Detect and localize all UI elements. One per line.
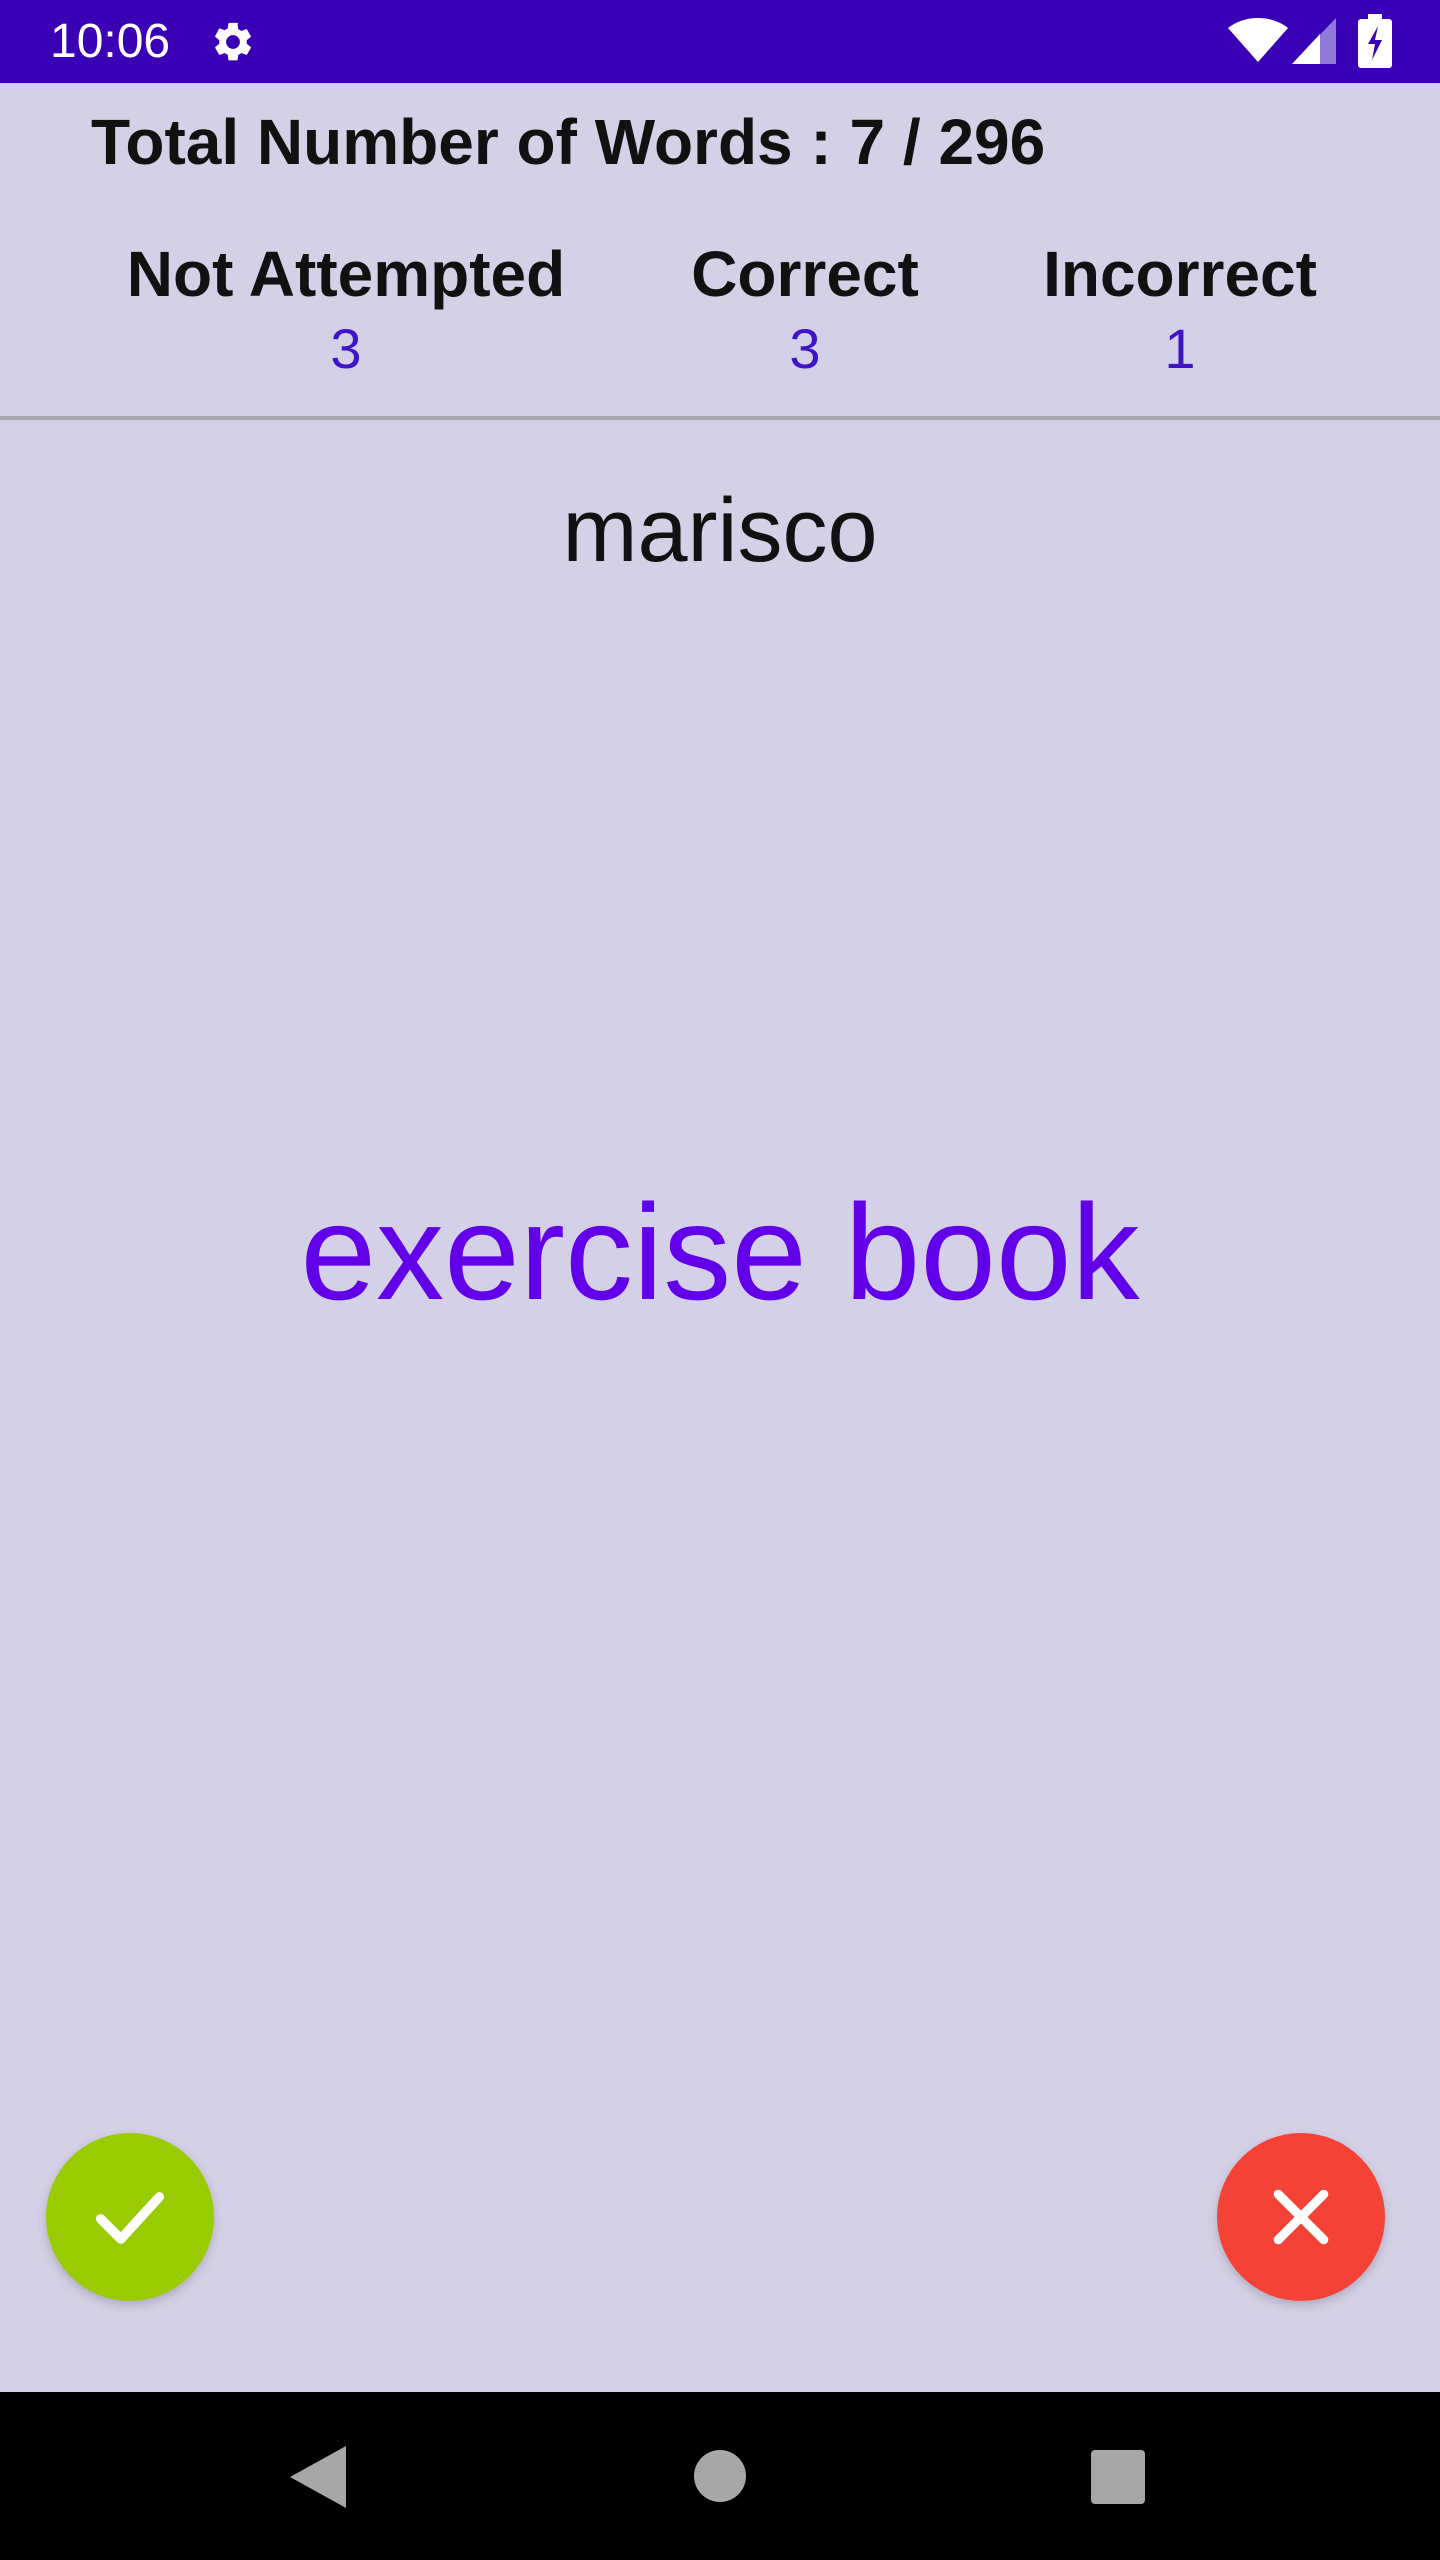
gear-icon: [215, 22, 251, 61]
back-icon[interactable]: [290, 2446, 346, 2508]
wifi-icon: [1228, 18, 1288, 62]
stat-not-attempted-label: Not Attempted: [126, 238, 566, 310]
recents-icon[interactable]: [1091, 2450, 1145, 2504]
stat-incorrect-label: Incorrect: [1043, 238, 1317, 310]
divider: [0, 416, 1440, 420]
signal-icon: [1292, 18, 1336, 64]
stat-incorrect: Incorrect 1: [950, 236, 1410, 384]
stat-not-attempted: Not Attempted 3: [116, 236, 576, 384]
total-words-counter: Total Number of Words : 7 / 296: [91, 106, 1046, 178]
battery-charging-icon: [1358, 14, 1392, 68]
stat-not-attempted-value: 3: [330, 317, 362, 380]
close-icon: [1273, 2189, 1329, 2245]
home-icon[interactable]: [694, 2450, 746, 2502]
mark-incorrect-button[interactable]: [1217, 2133, 1385, 2301]
mark-correct-button[interactable]: [46, 2133, 214, 2301]
stat-incorrect-value: 1: [1164, 317, 1196, 380]
checkmark-icon: [95, 2192, 165, 2244]
flashcard-word: marisco: [562, 481, 878, 581]
status-time: 10:06: [50, 15, 171, 68]
status-bar: 10:06: [0, 0, 1440, 83]
flashcard-translation[interactable]: exercise book: [0, 1172, 1440, 1332]
